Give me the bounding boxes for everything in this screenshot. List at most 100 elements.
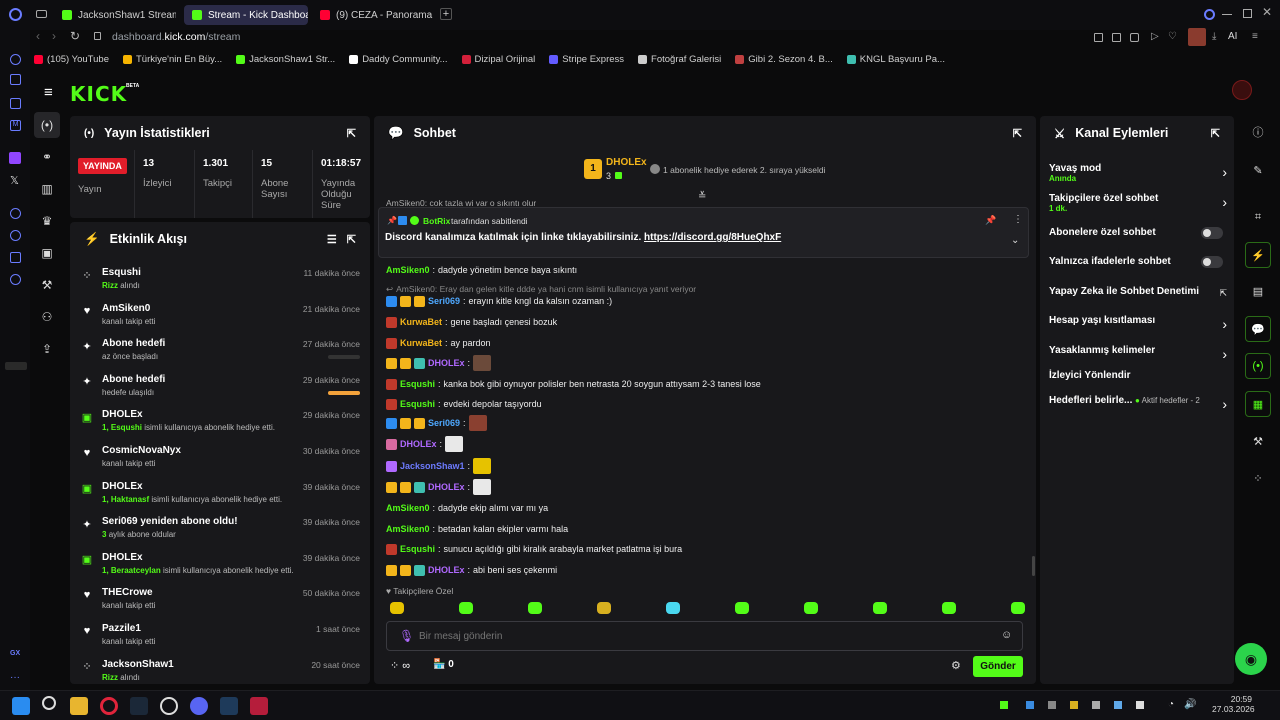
app-icon[interactable] [220, 697, 238, 715]
quick-emote-icon[interactable] [528, 602, 542, 614]
toggle-switch[interactable] [1201, 256, 1223, 268]
channel-action-row[interactable]: Yalnızca ifadelerle sohbet [1049, 256, 1227, 270]
profile-avatar[interactable] [1188, 28, 1206, 46]
chat-username[interactable]: Esqushi [400, 379, 435, 389]
new-tab-button[interactable]: + [440, 8, 452, 20]
aria-icon[interactable] [10, 54, 21, 65]
feed-item[interactable]: ✦ Abone hedefi hedefe ulaşıldı 29 dakika ön… [80, 372, 360, 406]
channel-action-row[interactable]: Yapay Zeka ile Sohbet Denetimi ⇱ [1049, 286, 1227, 300]
player-icon[interactable] [10, 208, 21, 219]
gx-icon[interactable]: GX [10, 650, 20, 657]
tray-icon[interactable] [1136, 701, 1144, 709]
chat-username[interactable]: KurwaBet [400, 317, 442, 327]
bookmark-item[interactable]: Fotoğraf Galerisi [638, 54, 721, 65]
user-avatar[interactable] [1232, 80, 1252, 100]
chat-username[interactable]: Esqushi [400, 544, 435, 554]
workspace-icon[interactable] [10, 98, 21, 109]
tray-icon[interactable] [1048, 701, 1056, 709]
download-icon[interactable]: ⤓ [1212, 31, 1216, 42]
menu-icon[interactable]: ≡ [1252, 31, 1258, 42]
settings-icon[interactable] [10, 274, 21, 285]
hamburger-menu-icon[interactable]: ≡ [44, 84, 53, 101]
document-icon[interactable]: ▤ [1245, 278, 1271, 304]
chat-username[interactable]: DHOLEx [428, 565, 465, 575]
quick-emote-icon[interactable] [1011, 602, 1025, 614]
chat-username[interactable]: DHOLEx [428, 358, 465, 368]
channel-action-row[interactable]: Takipçilere özel sohbet 1 dk. › [1049, 193, 1227, 217]
tab-jackson-stream[interactable]: JacksonShaw1 Stream - W [54, 5, 176, 25]
chat-username[interactable]: Seri069 [428, 418, 460, 428]
messenger-icon[interactable] [10, 74, 21, 85]
tray-icon[interactable] [1092, 701, 1100, 709]
chat-username[interactable]: DHOLEx [428, 482, 465, 492]
chat-settings-gear-icon[interactable]: ⚙ [951, 659, 961, 672]
chat-username[interactable]: AmSiken0 [386, 503, 430, 513]
channel-action-row[interactable]: Yavaş mod Anında › [1049, 163, 1227, 187]
edit-pencil-icon[interactable]: ✎ [1245, 157, 1271, 183]
quick-emote-icon[interactable] [666, 602, 680, 614]
history-icon[interactable] [10, 230, 21, 241]
volume-icon[interactable]: 🔊 [1184, 699, 1196, 710]
tab-overview-icon[interactable] [36, 10, 47, 18]
quick-action-bolt-icon[interactable]: ⚡ [1245, 242, 1271, 268]
quick-emote-icon[interactable] [942, 602, 956, 614]
chat-username[interactable]: KurwaBet [400, 338, 442, 348]
feed-item[interactable]: ▣ DHOLEx 1, Beraatceylan isimli kullanıcıy… [80, 550, 360, 584]
chat-tool-icon[interactable]: 💬 [1245, 316, 1271, 342]
chat-scrollbar[interactable] [1032, 556, 1035, 576]
store-indicator[interactable]: 🏪 0 [433, 659, 454, 670]
tab-youtube-ceza[interactable]: (9) CEZA - Panorama H [312, 5, 434, 25]
bookmark-item[interactable]: Türkiye'nin En Büy... [122, 54, 222, 65]
chat-message-input[interactable] [419, 627, 979, 645]
clock[interactable]: 20:59 27.03.2026 [1212, 694, 1255, 714]
moderation-icon[interactable]: ▦ [1245, 391, 1271, 417]
tray-icon[interactable] [1070, 701, 1078, 709]
quick-emote-icon[interactable] [873, 602, 887, 614]
channel-action-row[interactable]: İzleyici Yönlendir [1049, 370, 1227, 384]
popout-icon[interactable]: ⇱ [347, 233, 356, 246]
support-chat-button[interactable]: ◉ [1235, 643, 1267, 675]
wifi-icon[interactable]: ◔ [1168, 699, 1174, 710]
more-icon[interactable]: ··· [10, 672, 20, 683]
feed-item[interactable]: ♥ CosmicNovaNyx kanalı takip etti 30 dakika… [80, 443, 360, 477]
quick-emote-icon[interactable] [390, 602, 404, 614]
quick-emote-icon[interactable] [459, 602, 473, 614]
popout-icon[interactable]: ⇱ [1013, 127, 1022, 140]
pinned-by-user[interactable]: BotRix [423, 216, 450, 226]
toggle-switch[interactable] [1201, 227, 1223, 239]
chat-username[interactable]: AmSiken0 [386, 524, 430, 534]
popout-icon[interactable]: ⇱ [347, 127, 356, 140]
filter-icon[interactable]: ☰ [327, 233, 337, 246]
forward-icon[interactable]: › [52, 29, 56, 43]
extensions-icon[interactable] [10, 252, 21, 263]
channel-action-row[interactable]: Abonelere özel sohbet [1049, 227, 1227, 241]
nav-media-icon[interactable]: ▣ [34, 240, 60, 266]
feed-item[interactable]: ⁘ JacksonShaw1 Rizz alındı 20 saat önce [80, 657, 360, 691]
channel-action-row[interactable]: Yasaklanmış kelimeler › [1049, 345, 1227, 362]
feed-item[interactable]: ▣ DHOLEx 1, Esqushi isimli kullanıcıya abo… [80, 407, 360, 441]
bookmark-item[interactable]: Daddy Community... [349, 54, 448, 65]
wallet-icon[interactable] [1112, 33, 1121, 42]
feed-item[interactable]: ▣ DHOLEx 1, Haktanasf isimli kullanıcıya a… [80, 479, 360, 513]
nav-trophy-icon[interactable]: ♛ [34, 208, 60, 234]
chat-username[interactable]: Seri069 [428, 296, 460, 306]
feed-item[interactable]: ♥ THECrowe kanalı takip etti 50 dakika önce [80, 585, 360, 619]
maximize-icon[interactable] [1243, 9, 1252, 18]
search-tabs-icon[interactable] [1204, 9, 1215, 20]
broadcast-icon[interactable]: (•) [1245, 353, 1271, 379]
bookmark-item[interactable]: JacksonShaw1 Str... [236, 54, 335, 65]
minimize-icon[interactable] [1222, 14, 1232, 15]
heart-icon[interactable]: ♡ [1168, 31, 1177, 42]
microphone-icon[interactable]: 🎙 [399, 629, 414, 643]
url-field[interactable]: dashboard.kick.com/stream [112, 31, 240, 43]
steam-icon[interactable] [130, 697, 148, 715]
unpin-icon[interactable]: 📌 [985, 215, 996, 226]
obs-icon[interactable] [160, 697, 178, 715]
adblock-icon[interactable] [1130, 33, 1139, 42]
nav-stream-icon[interactable]: (•) [34, 112, 60, 138]
tray-icon[interactable] [1026, 701, 1034, 709]
bookmark-item[interactable]: KNGL Başvuru Pa... [846, 54, 945, 65]
emoji-picker-icon[interactable]: ☺ [1001, 629, 1012, 641]
feed-item[interactable]: ♥ Pazzile1 kanalı takip etti 1 saat önce [80, 621, 360, 655]
send-button[interactable]: Gönder [973, 656, 1023, 677]
